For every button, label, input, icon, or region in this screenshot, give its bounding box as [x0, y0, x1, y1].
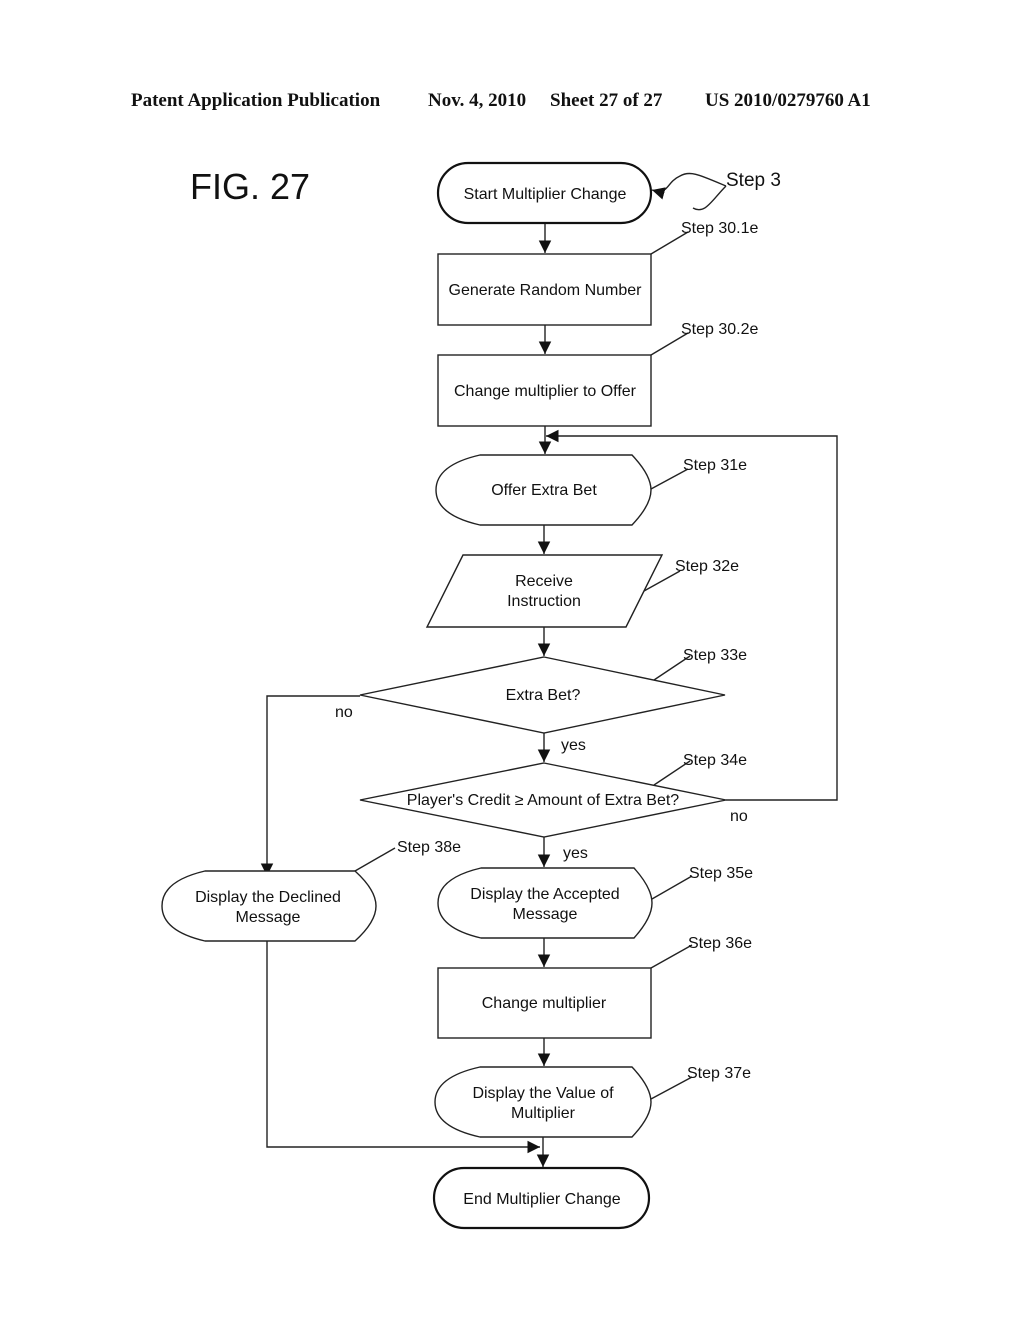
node-label-line1: Display the Value of — [472, 1085, 614, 1102]
node-label: Generate Random Number — [449, 282, 643, 299]
node-label-line1: Display the Accepted — [470, 886, 619, 903]
flowchart: Start Multiplier Change Step 3 Generate … — [161, 161, 838, 1230]
node-step-37e: Display the Value of Multiplier — [434, 1066, 652, 1138]
node-label-line1: Receive — [515, 573, 573, 590]
step-label-34e: Step 34e — [683, 752, 747, 769]
node-label-line2: Multiplier — [511, 1105, 576, 1122]
step-label-33e: Step 33e — [683, 647, 747, 664]
edge-label-33-no: no — [335, 704, 353, 721]
node-label-line2: Message — [513, 906, 578, 923]
leader-38e — [354, 847, 396, 872]
display-shape — [434, 1066, 652, 1138]
node-label: Player's Credit ≥ Amount of Extra Bet? — [407, 792, 680, 809]
node-label: Offer Extra Bet — [491, 482, 597, 499]
step-label-36e: Step 36e — [688, 935, 752, 952]
step-label-start: Step 3 — [726, 170, 781, 191]
node-step-30-1e: Generate Random Number — [437, 253, 652, 326]
step-label-32e: Step 32e — [675, 558, 739, 575]
node-step-32e: Receive Instruction — [425, 554, 664, 628]
node-label: Start Multiplier Change — [464, 186, 627, 203]
node-label-line2: Instruction — [507, 593, 581, 610]
step-label-35e: Step 35e — [689, 865, 753, 882]
display-shape — [161, 870, 377, 942]
display-shape — [437, 867, 653, 939]
step3-pointer — [651, 172, 727, 200]
node-step-30-2e: Change multiplier to Offer — [437, 354, 652, 427]
node-label-line1: Display the Declined — [195, 889, 341, 906]
step-label-30-1e: Step 30.1e — [681, 220, 759, 237]
step3-curl — [692, 185, 727, 211]
step-label-38e: Step 38e — [397, 839, 461, 856]
node-start: Start Multiplier Change — [436, 161, 653, 225]
node-end: End Multiplier Change — [432, 1166, 651, 1230]
leader-36e — [650, 944, 693, 969]
leader-37e — [650, 1076, 693, 1100]
step-label-37e: Step 37e — [687, 1065, 751, 1082]
input-shape — [425, 554, 664, 628]
edge-label-34-no: no — [730, 808, 748, 825]
leader-35e — [651, 875, 693, 900]
node-label: Change multiplier to Offer — [454, 383, 637, 400]
node-label-line2: Message — [236, 909, 301, 926]
node-label: Extra Bet? — [506, 687, 581, 704]
step-label-31e: Step 31e — [683, 457, 747, 474]
node-step-36e: Change multiplier — [437, 967, 652, 1039]
edge-label-33-yes: yes — [561, 737, 586, 754]
node-step-38e: Display the Declined Message — [161, 870, 377, 942]
node-label: End Multiplier Change — [463, 1191, 621, 1208]
node-step-31e: Offer Extra Bet — [435, 454, 652, 526]
node-step-35e: Display the Accepted Message — [437, 867, 653, 939]
edge-label-34-yes: yes — [563, 845, 588, 862]
node-label: Change multiplier — [482, 995, 607, 1012]
step-label-30-2e: Step 30.2e — [681, 321, 759, 338]
edge-33-no-to-38 — [260, 695, 360, 876]
